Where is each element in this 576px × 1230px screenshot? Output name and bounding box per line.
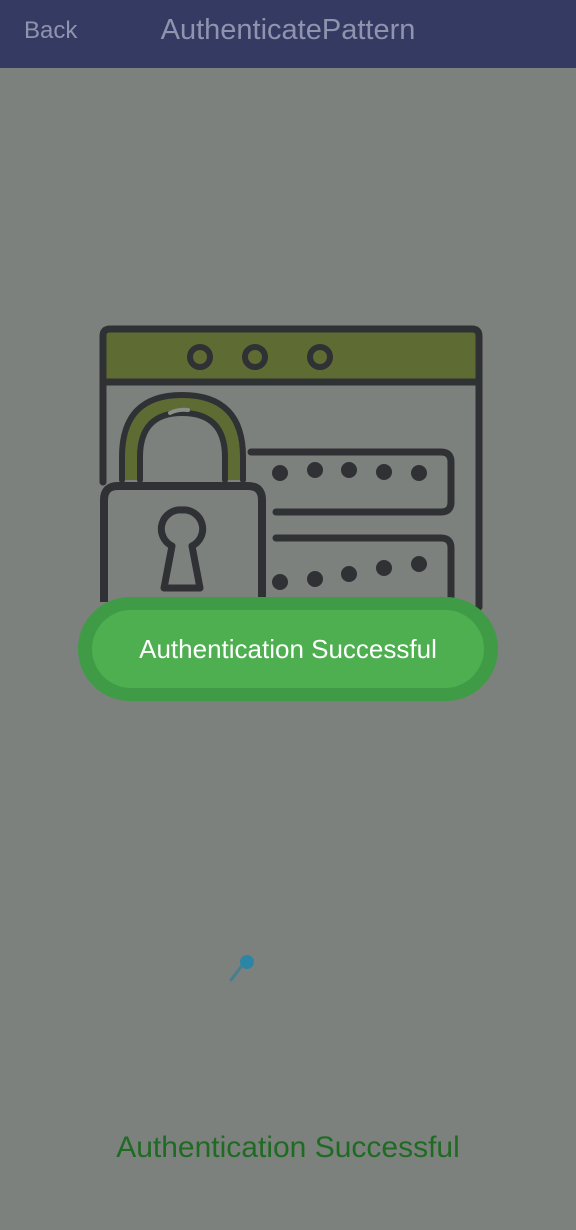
password-field-1 [247, 448, 455, 516]
toast-message: Authentication Successful [92, 610, 484, 688]
password-dot [376, 560, 392, 576]
page-title: AuthenticatePattern [160, 14, 416, 46]
browser-dot-3 [307, 344, 333, 370]
password-dot [307, 571, 323, 587]
app-header: Back AuthenticatePattern [0, 0, 576, 68]
password-dot [341, 462, 357, 478]
password-dot [376, 464, 392, 480]
loading-spinner-icon [229, 955, 254, 982]
password-dot [272, 574, 288, 590]
password-dot [411, 465, 427, 481]
password-dot [307, 462, 323, 478]
password-dot [341, 566, 357, 582]
status-message: Authentication Successful [116, 1131, 460, 1164]
password-dot [272, 465, 288, 481]
password-field-2 [272, 534, 455, 606]
browser-dot-2 [242, 344, 268, 370]
password-dot [411, 556, 427, 572]
success-toast: Authentication Successful [78, 597, 498, 701]
browser-title-bar [99, 325, 483, 386]
browser-dot-1 [187, 344, 213, 370]
browser-lock-illustration [99, 325, 483, 611]
